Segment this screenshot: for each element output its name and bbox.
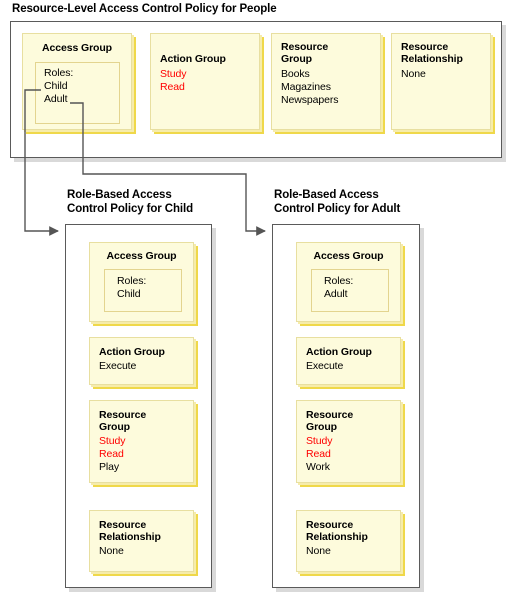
page-title: Resource-Level Access Control Policy for…: [12, 3, 277, 15]
adult-action-group-title: Action Group: [306, 346, 372, 358]
people-policy-container: Access Group Roles: Child Adult Action G…: [10, 21, 502, 158]
adult-access-group-title: Access Group: [313, 250, 384, 262]
adult-policy-container: Access Group Roles: Adult Action Group E…: [272, 224, 420, 588]
adult-resource-item-study: Study: [306, 435, 333, 447]
adult-resource-item-read: Read: [306, 448, 331, 460]
adult-access-group-roles-box: Roles: Adult: [311, 269, 389, 312]
adult-policy-title-line1: Role-Based Access: [274, 189, 379, 201]
people-resource-relationship-item-none: None: [401, 68, 426, 80]
child-resource-relationship-title-line2: Relationship: [99, 531, 161, 543]
adult-policy-title: Role-Based Access Control Policy for Adu…: [274, 188, 400, 216]
people-action-item-read: Read: [160, 81, 185, 93]
people-access-group-roles-box: Roles: Child Adult: [35, 62, 120, 124]
adult-resource-group-title-line1: Resource: [306, 409, 354, 421]
adult-access-group-card: Access Group Roles: Adult: [296, 242, 401, 322]
people-action-group-title: Action Group: [160, 53, 226, 65]
people-resource-group-title-line2: Group: [281, 53, 312, 65]
child-policy-container: Access Group Roles: Child Action Group E…: [65, 224, 212, 588]
adult-resource-relationship-title-line1: Resource: [306, 519, 354, 531]
child-resource-relationship-title-line1: Resource: [99, 519, 147, 531]
child-resource-relationship-card: Resource Relationship None: [89, 510, 194, 572]
people-role-child: Child: [44, 80, 68, 92]
people-resource-item-newspapers: Newspapers: [281, 94, 339, 106]
adult-role-adult: Adult: [324, 288, 348, 300]
people-roles-label: Roles:: [44, 67, 74, 79]
adult-resource-group-card: Resource Group Study Read Work: [296, 400, 401, 483]
people-resource-relationship-card: Resource Relationship None: [391, 33, 491, 130]
child-resource-relationship-item-none: None: [99, 545, 124, 557]
people-resource-group-title-line1: Resource: [281, 41, 329, 53]
child-action-item-execute: Execute: [99, 360, 137, 372]
people-resource-item-books: Books: [281, 68, 310, 80]
people-resource-item-magazines: Magazines: [281, 81, 331, 93]
people-access-group-card: Access Group Roles: Child Adult: [22, 33, 132, 130]
child-resource-item-read: Read: [99, 448, 124, 460]
adult-resource-item-work: Work: [306, 461, 330, 473]
child-policy-title-line1: Role-Based Access: [67, 189, 172, 201]
child-policy-title-line2: Control Policy for Child: [67, 203, 194, 215]
adult-policy-title-line2: Control Policy for Adult: [274, 203, 401, 215]
people-action-group-card: Action Group Study Read: [150, 33, 260, 130]
child-resource-item-play: Play: [99, 461, 120, 473]
people-resource-group-card: Resource Group Books Magazines Newspaper…: [271, 33, 381, 130]
adult-resource-group-title-line2: Group: [306, 421, 337, 433]
adult-resource-relationship-item-none: None: [306, 545, 331, 557]
adult-roles-label: Roles:: [324, 275, 354, 287]
people-action-item-study: Study: [160, 68, 187, 80]
child-action-group-title: Action Group: [99, 346, 165, 358]
adult-resource-relationship-card: Resource Relationship None: [296, 510, 401, 572]
adult-action-group-card: Action Group Execute: [296, 337, 401, 385]
child-resource-group-title-line2: Group: [99, 421, 130, 433]
people-resource-relationship-title-line2: Relationship: [401, 53, 463, 65]
adult-resource-relationship-title-line2: Relationship: [306, 531, 368, 543]
child-resource-group-card: Resource Group Study Read Play: [89, 400, 194, 483]
child-access-group-roles-box: Roles: Child: [104, 269, 182, 312]
people-role-adult: Adult: [44, 93, 68, 105]
child-resource-group-title-line1: Resource: [99, 409, 147, 421]
child-action-group-card: Action Group Execute: [89, 337, 194, 385]
people-access-group-title: Access Group: [42, 42, 112, 54]
child-roles-label: Roles:: [117, 275, 147, 287]
child-access-group-title: Access Group: [106, 250, 177, 262]
child-resource-item-study: Study: [99, 435, 126, 447]
child-access-group-card: Access Group Roles: Child: [89, 242, 194, 322]
child-role-child: Child: [117, 288, 141, 300]
people-resource-relationship-title-line1: Resource: [401, 41, 449, 53]
child-policy-title: Role-Based Access Control Policy for Chi…: [67, 188, 193, 216]
adult-action-item-execute: Execute: [306, 360, 344, 372]
